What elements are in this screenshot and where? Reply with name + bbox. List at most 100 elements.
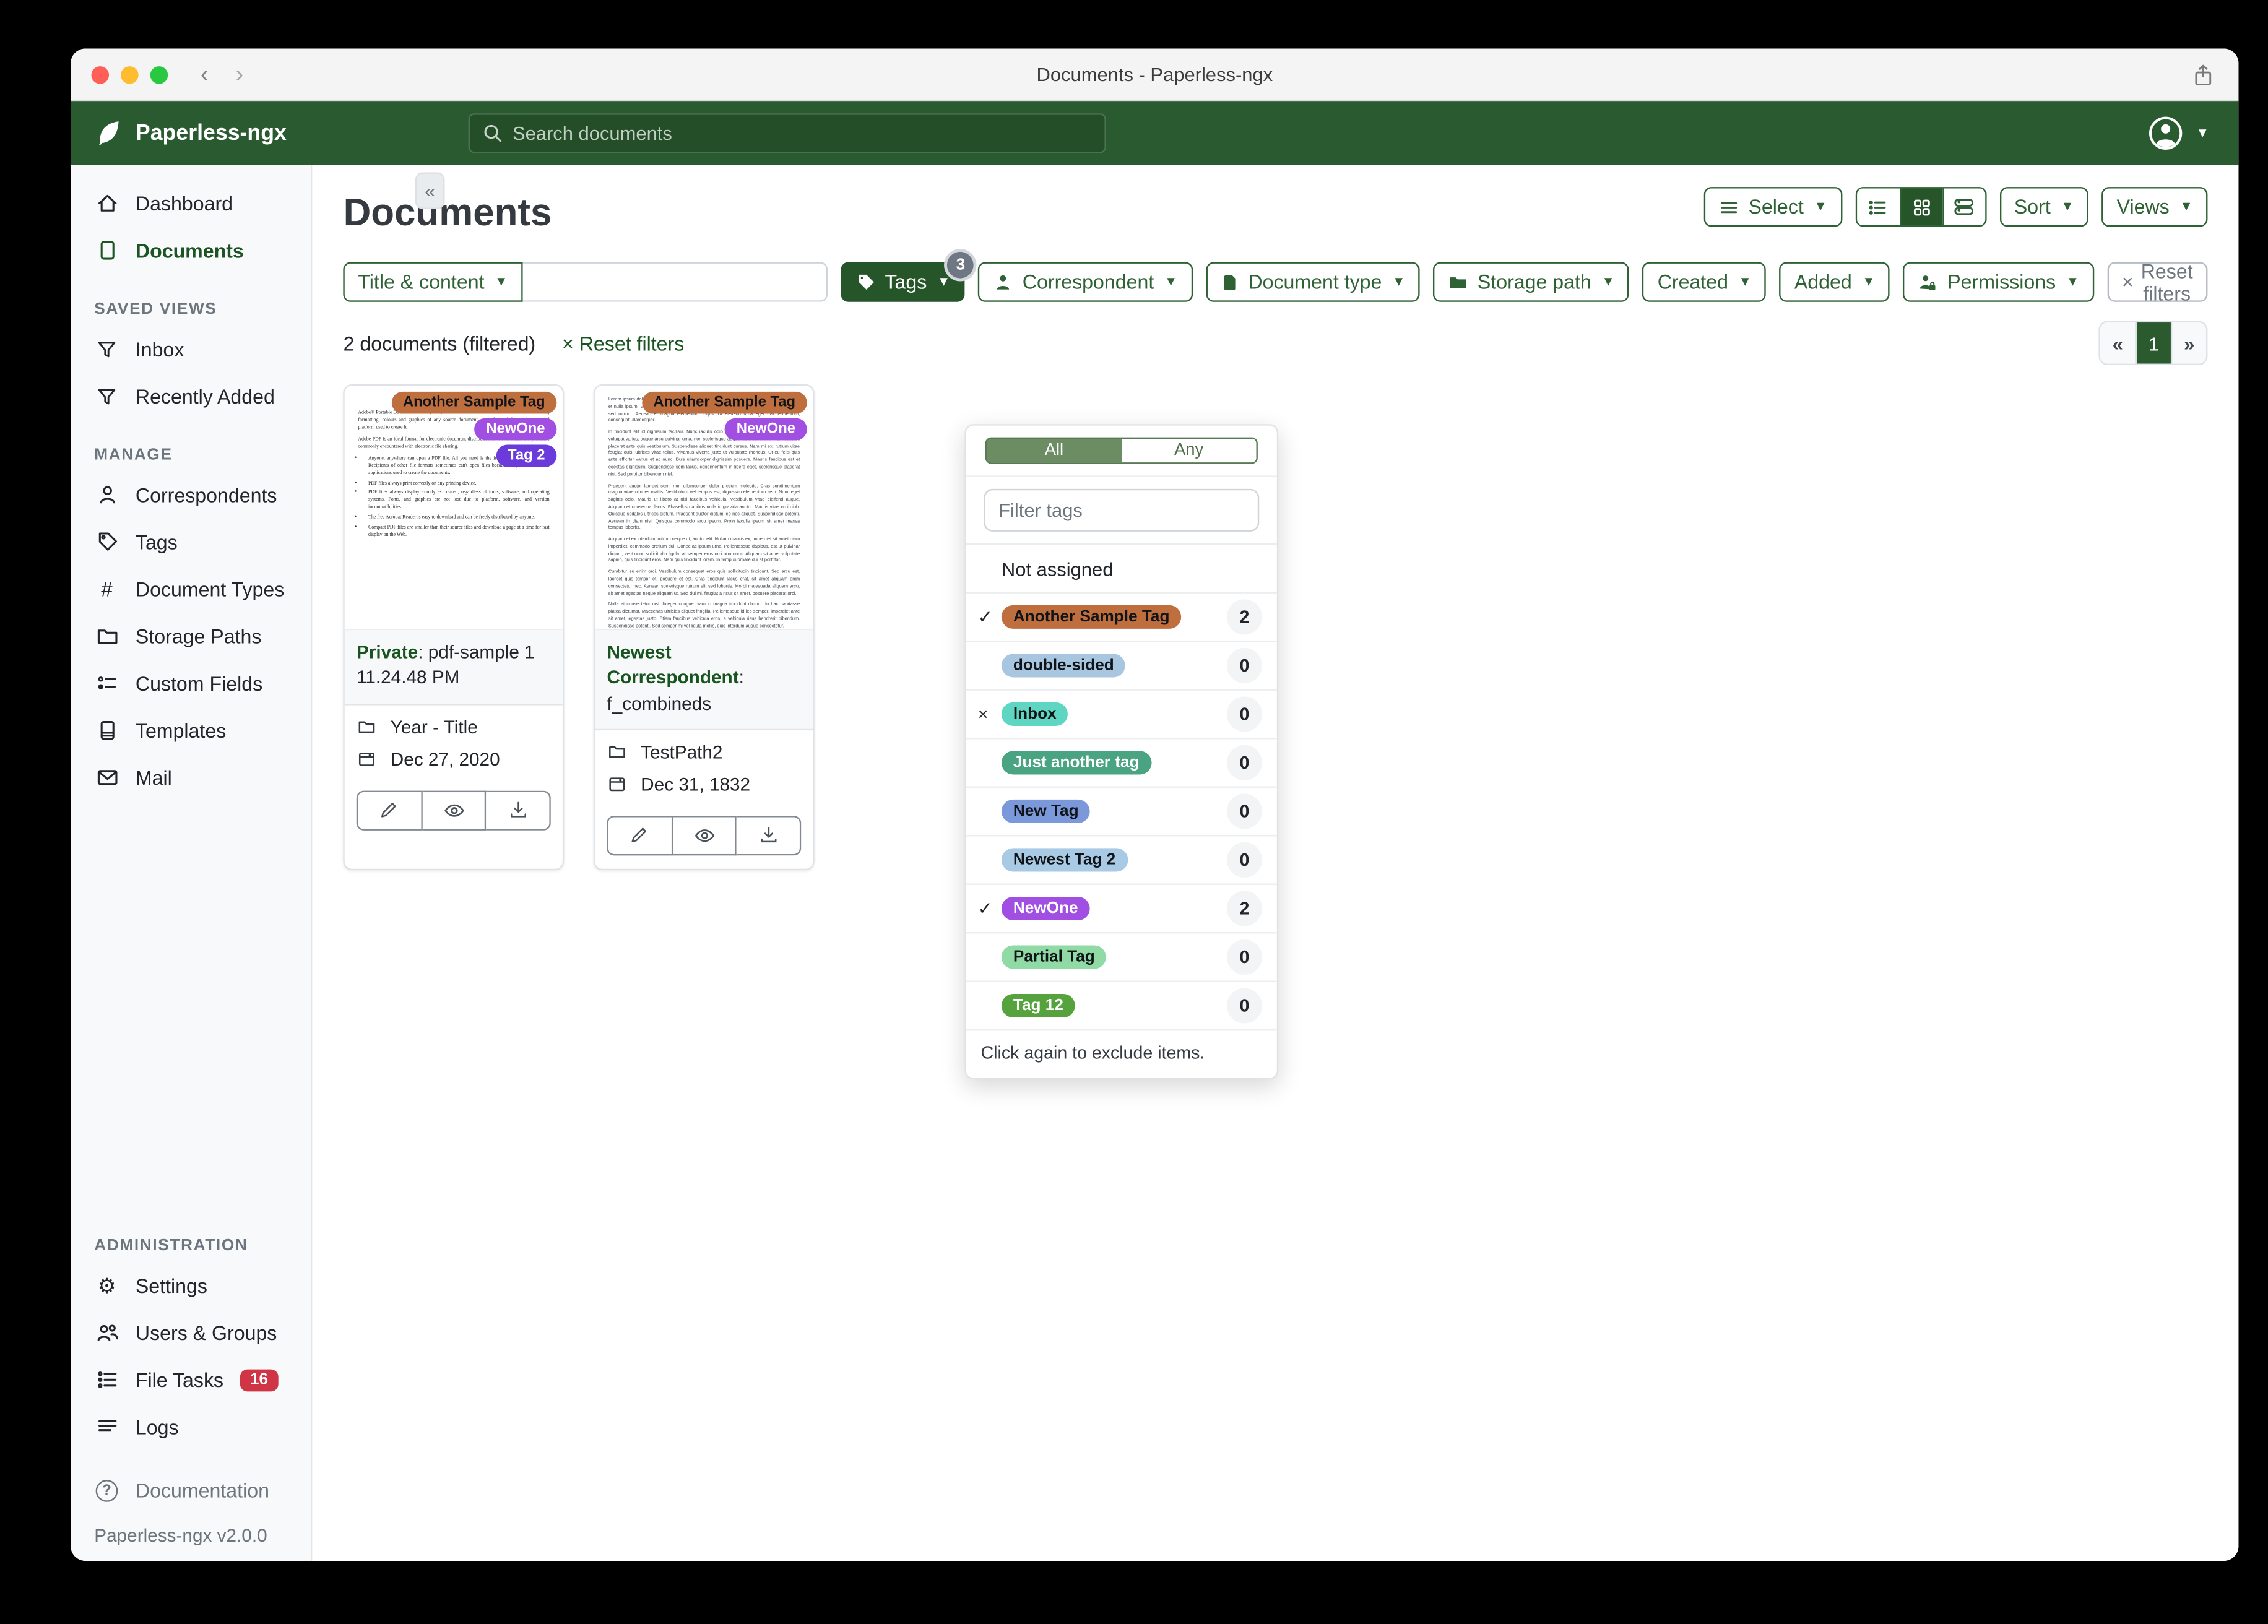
sidebar-item-inbox[interactable]: Inbox (82, 327, 299, 371)
sidebar-item-documentation[interactable]: ? Documentation (82, 1468, 299, 1512)
document-type-filter-button[interactable]: Document type ▼ (1205, 262, 1421, 302)
app-header: Paperless-ngx ▼ (71, 102, 2239, 165)
edit-button[interactable] (607, 815, 673, 855)
tags-dropdown-item[interactable]: × Inbox 0 (966, 689, 1277, 738)
select-list-icon (1719, 197, 1739, 217)
view-button[interactable] (422, 790, 487, 830)
tags-dropdown-item[interactable]: double-sided 0 (966, 640, 1277, 689)
tags-dropdown-not-assigned[interactable]: Not assigned (966, 543, 1277, 592)
document-correspondent[interactable]: Private (357, 642, 418, 662)
tags-dropdown-item[interactable]: Just another tag 0 (966, 737, 1277, 787)
sidebar-item-label: Templates (135, 719, 227, 741)
download-button[interactable] (737, 815, 802, 855)
document-title[interactable]: Newest Correspondent: f_combineds (595, 630, 813, 730)
sidebar-item-label: Settings (135, 1274, 207, 1297)
filter-icon (94, 338, 119, 360)
pagination-page-1[interactable]: 1 (2135, 322, 2171, 364)
correspondent-filter-button[interactable]: Correspondent ▼ (978, 262, 1192, 302)
sidebar-item-users-groups[interactable]: Users & Groups (82, 1311, 299, 1355)
view-grid-button[interactable] (1899, 188, 1942, 226)
tags-dropdown: All Any Not assigned ✓ Another Sample Ta… (964, 424, 1279, 1079)
tags-filter-button[interactable]: Tags ▼ 3 (841, 251, 974, 302)
tag-pill[interactable]: Another Sample Tag (641, 391, 808, 414)
tags-match-any-button[interactable]: Any (1121, 439, 1257, 463)
sidebar-collapse-button[interactable]: « (415, 172, 445, 209)
tag-pill[interactable]: NewOne (724, 418, 808, 441)
added-filter-button[interactable]: Added ▼ (1780, 262, 1890, 302)
sidebar-item-label: Documentation (135, 1479, 269, 1501)
tag-icon (855, 272, 876, 292)
sidebar-item-label: Recently Added (135, 385, 275, 407)
tags-filter-input[interactable] (984, 488, 1260, 532)
chevron-down-icon: ▼ (495, 274, 508, 289)
tags-dropdown-item[interactable]: ✓ NewOne 2 (966, 883, 1277, 933)
sidebar-item-label: Correspondents (135, 483, 277, 506)
tags-dropdown-item[interactable]: ✓ Another Sample Tag 2 (966, 592, 1277, 641)
reset-filters-button[interactable]: × Reset filters (2107, 260, 2208, 304)
view-list-button[interactable] (1856, 188, 1900, 226)
chevron-down-icon: ▼ (2179, 199, 2193, 214)
pagination-prev-button[interactable]: « (2100, 322, 2136, 364)
chevron-down-icon: ▼ (1164, 274, 1178, 289)
select-button[interactable]: Select ▼ (1704, 187, 1842, 227)
chevron-down-icon: ▼ (1814, 199, 1827, 214)
sidebar-item-file-tasks[interactable]: File Tasks 16 (82, 1358, 299, 1402)
card-actions (345, 787, 563, 843)
file-icon (1220, 272, 1239, 292)
sidebar-item-dashboard[interactable]: Dashboard (82, 181, 299, 225)
screen: ‹ › Documents - Paperless-ngx Paperless-… (0, 0, 2268, 1624)
edit-button[interactable] (356, 790, 423, 830)
chevron-down-icon: ▼ (2061, 199, 2074, 214)
tags-filter-input-wrap (966, 475, 1277, 543)
brand[interactable]: Paperless-ngx (94, 119, 287, 147)
question-circle-icon: ? (94, 1479, 119, 1501)
search-input[interactable] (512, 122, 1093, 145)
share-icon[interactable] (2191, 62, 2215, 89)
user-menu[interactable]: ▼ (2146, 113, 2209, 153)
paperless-logo-icon (94, 119, 122, 147)
gear-icon: ⚙ (97, 1272, 116, 1297)
sidebar-item-storage-paths[interactable]: Storage Paths (82, 614, 299, 658)
tags-dropdown-item[interactable]: Newest Tag 2 0 (966, 835, 1277, 884)
views-button[interactable]: Views ▼ (2101, 187, 2208, 227)
tag-count-badge: 0 (1226, 939, 1262, 975)
document-correspondent[interactable]: Newest Correspondent (607, 642, 738, 688)
pagination-next-button[interactable]: » (2170, 322, 2207, 364)
sidebar-item-recently-added[interactable]: Recently Added (82, 374, 299, 418)
sidebar-item-custom-fields[interactable]: Custom Fields (82, 661, 299, 705)
download-button[interactable] (487, 790, 552, 830)
view-detail-button[interactable] (1942, 188, 1985, 226)
document-title[interactable]: Private: pdf-sample 1 11.24.48 PM (344, 630, 563, 705)
tags-match-all-button[interactable]: All (987, 439, 1122, 463)
storage-path-filter-button[interactable]: Storage path ▼ (1433, 262, 1630, 302)
sidebar-item-tags[interactable]: Tags (82, 520, 299, 564)
sidebar-item-templates[interactable]: Templates (82, 708, 299, 752)
sort-button[interactable]: Sort ▼ (1999, 187, 2089, 227)
reset-filters-link[interactable]: × Reset filters (562, 332, 684, 355)
file-tasks-badge: 16 (240, 1368, 279, 1391)
tags-dropdown-item[interactable]: Partial Tag 0 (966, 932, 1277, 981)
sidebar-item-settings[interactable]: ⚙ Settings (82, 1263, 299, 1307)
sidebar-item-documents[interactable]: Documents (82, 228, 299, 272)
tags-dropdown-item[interactable]: Tag 12 0 (966, 980, 1277, 1030)
document-thumbnail[interactable]: Another Sample Tag NewOne Lorem ipsum do… (595, 386, 813, 631)
title-content-dropdown-button[interactable]: Title & content ▼ (343, 262, 523, 302)
view-button[interactable] (672, 815, 737, 855)
global-search[interactable] (468, 113, 1106, 153)
sidebar-item-document-types[interactable]: # Document Types (82, 567, 299, 611)
document-thumbnail[interactable]: Another Sample Tag NewOne Tag 2 Adobe Ac… (344, 386, 563, 631)
window-title: Documents - Paperless-ngx (1036, 63, 1273, 85)
tag-pill[interactable]: NewOne (474, 418, 557, 441)
created-filter-button[interactable]: Created ▼ (1642, 262, 1767, 302)
document-type-filter-label: Document type (1248, 270, 1382, 293)
chevron-down-icon: ▼ (1601, 274, 1615, 289)
sidebar-item-logs[interactable]: Logs (82, 1405, 299, 1449)
title-content-search-input[interactable] (522, 262, 828, 302)
sidebar-item-correspondents[interactable]: Correspondents (82, 473, 299, 517)
envelope-icon (94, 766, 119, 789)
sidebar-item-mail[interactable]: Mail (82, 756, 299, 800)
tags-dropdown-item[interactable]: New Tag 0 (966, 786, 1277, 836)
tag-pill[interactable]: Tag 2 (496, 444, 557, 467)
tag-pill[interactable]: Another Sample Tag (391, 391, 557, 414)
permissions-filter-button[interactable]: Permissions ▼ (1903, 262, 2094, 302)
